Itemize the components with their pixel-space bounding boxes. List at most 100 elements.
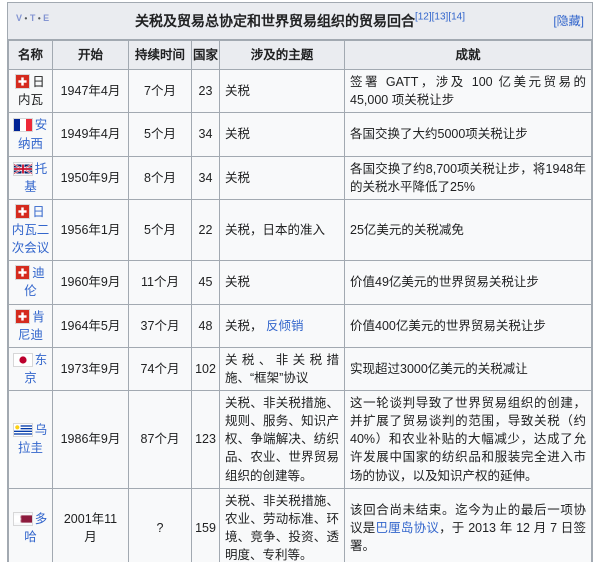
duration-cell: ? [129, 488, 192, 562]
round-name-cell: 安纳西 [9, 113, 53, 156]
round-name-cell: 迪伦 [9, 261, 53, 304]
achievements-text: 签署 GATT，涉及 100 亿美元贸易的 45,000 项关税让步 [350, 75, 586, 107]
countries-cell: 45 [192, 261, 220, 304]
duration-cell: 11个月 [129, 261, 192, 304]
column-header: 名称 [9, 41, 53, 70]
table-body: 日内瓦1947年4月7个月23关税签署 GATT，涉及 100 亿美元贸易的 4… [9, 70, 592, 562]
achievements-text: 25亿美元的关税减免 [350, 223, 464, 237]
vte-links: V•T•E [15, 13, 51, 23]
subjects-cell: 关税 [220, 156, 345, 199]
subjects-text: 关税 [225, 275, 250, 289]
reference-link[interactable]: [13] [432, 12, 449, 23]
titlebar: V•T•E 关税及贸易总协定和世界贸易组织的贸易回合[12][13][14] [… [8, 3, 592, 40]
uruguay-flag-icon [14, 424, 32, 436]
achievements-link[interactable]: 巴厘岛协议 [375, 521, 439, 535]
achievements-text: 价值400亿美元的世界贸易关税让步 [350, 319, 546, 333]
vte-separator: • [38, 14, 41, 23]
table-row: 东京1973年9月74个月102关税、非关税措施、“框架”协议实现超过3000亿… [9, 347, 592, 390]
achievements-text: 各国交换了约8,700项关税让步，将1948年的关税水平降低了25% [350, 162, 586, 194]
reference-links: [12][13][14] [415, 12, 465, 23]
start-cell: 1950年9月 [53, 156, 129, 199]
table-row: 托基1950年9月8个月34 关税 各国交换了约8,700项关税让步，将1948年的… [9, 156, 592, 199]
countries-cell: 48 [192, 304, 220, 347]
duration-cell: 74个月 [129, 347, 192, 390]
subjects-cell: 关税 [220, 70, 345, 113]
duration-cell: 87个月 [129, 391, 192, 489]
subjects-cell: 关税、非关税措施、农业、劳动标准、环境、竞争、投资、透明度、专利等。 [220, 488, 345, 562]
switzerland-flag-icon [16, 310, 29, 323]
achievements-cell: 这一轮谈判导致了世界贸易组织的创建，并扩展了贸易谈判的范围，导致关税（约40%）… [345, 391, 592, 489]
countries-cell: 159 [192, 488, 220, 562]
countries-cell: 34 [192, 156, 220, 199]
header-row: 名称开始持续时间国家涉及的主题成就 [9, 41, 592, 70]
duration-cell: 8个月 [129, 156, 192, 199]
trade-rounds-table: 名称开始持续时间国家涉及的主题成就 日内瓦1947年4月7个月23关税签署 GA… [8, 40, 592, 562]
round-name-cell: 乌拉圭 [9, 391, 53, 489]
subjects-text: 关税 [225, 127, 250, 141]
achievements-cell: 各国交换了大约5000项关税让步 [345, 113, 592, 156]
table-row: 肯尼迪1964年5月37个月48关税， 反倾销价值400亿美元的世界贸易关税让步 [9, 304, 592, 347]
start-cell: 1949年4月 [53, 113, 129, 156]
page: V•T•E 关税及贸易总协定和世界贸易组织的贸易回合[12][13][14] [… [0, 0, 600, 562]
trade-rounds-navbox: V•T•E 关税及贸易总协定和世界贸易组织的贸易回合[12][13][14] [… [7, 2, 593, 562]
table-row: 乌拉圭1986年9月87个月123关税、非关税措施、规则、服务、知识产权、争端解… [9, 391, 592, 489]
subjects-cell: 关税， 反倾销 [220, 304, 345, 347]
france-flag-icon [14, 119, 32, 131]
reference-link[interactable]: [12] [415, 12, 432, 23]
achievements-text: 这一轮谈判导致了世界贸易组织的创建，并扩展了贸易谈判的范围，导致关税（约40%）… [350, 396, 586, 483]
start-cell: 1960年9月 [53, 261, 129, 304]
vte-link-v[interactable]: V [16, 13, 23, 23]
round-name-cell: 日内瓦二次会议 [9, 199, 53, 260]
round-name-cell: 东京 [9, 347, 53, 390]
countries-cell: 34 [192, 113, 220, 156]
table-row: 多哈2001年11月?159关税、非关税措施、农业、劳动标准、环境、竞争、投资、… [9, 488, 592, 562]
table-row: 日内瓦1947年4月7个月23关税签署 GATT，涉及 100 亿美元贸易的 4… [9, 70, 592, 113]
table-row: 日内瓦二次会议1956年1月5个月22 关税，日本的准入 25亿美元的关税减免 [9, 199, 592, 260]
countries-cell: 102 [192, 347, 220, 390]
vte-link-t[interactable]: T [30, 13, 36, 23]
subjects-text: 关税 [225, 171, 250, 185]
start-cell: 1947年4月 [53, 70, 129, 113]
switzerland-flag-icon [16, 75, 29, 88]
subjects-text: 关税、非关税措施、“框架”协议 [225, 353, 339, 385]
column-header: 国家 [192, 41, 220, 70]
subjects-cell: 关税 [220, 113, 345, 156]
subjects-cell: 关税、非关税措施、“框架”协议 [220, 347, 345, 390]
round-name-cell: 托基 [9, 156, 53, 199]
start-cell: 1956年1月 [53, 199, 129, 260]
subjects-text: 关税、非关税措施、规则、服务、知识产权、争端解决、纺织品、农业、世界贸易组织的创… [225, 396, 339, 483]
subjects-text: 关税， [225, 319, 266, 333]
column-header: 涉及的主题 [220, 41, 345, 70]
duration-cell: 7个月 [129, 70, 192, 113]
countries-cell: 22 [192, 199, 220, 260]
table-row: 迪伦1960年9月11个月45 关税 价值49亿美元的世界贸易关税让步 [9, 261, 592, 304]
achievements-text: 各国交换了大约5000项关税让步 [350, 127, 528, 141]
subjects-link[interactable]: 反倾销 [266, 319, 304, 333]
table-row: 安纳西1949年4月5个月34 关税 各国交换了大约5000项关税让步 [9, 113, 592, 156]
duration-cell: 5个月 [129, 199, 192, 260]
vte-link-e[interactable]: E [43, 13, 50, 23]
column-header: 持续时间 [129, 41, 192, 70]
subjects-text: 关税 [225, 84, 250, 98]
column-header: 成就 [345, 41, 592, 70]
countries-cell: 23 [192, 70, 220, 113]
achievements-cell: 价值400亿美元的世界贸易关税让步 [345, 304, 592, 347]
achievements-cell: 实现超过3000亿美元的关税减让 [345, 347, 592, 390]
reference-link[interactable]: [14] [448, 12, 465, 23]
achievements-cell: 该回合尚未结束。迄今为止的最后一项协议是巴厘岛协议，于 2013 年 12 月 … [345, 488, 592, 562]
subjects-cell: 关税 [220, 261, 345, 304]
column-header: 开始 [53, 41, 129, 70]
achievements-cell: 签署 GATT，涉及 100 亿美元贸易的 45,000 项关税让步 [345, 70, 592, 113]
hide-link[interactable]: [隐藏] [553, 12, 584, 29]
navbox-title: 关税及贸易总协定和世界贸易组织的贸易回合 [135, 13, 415, 29]
start-cell: 1973年9月 [53, 347, 129, 390]
achievements-cell: 25亿美元的关税减免 [345, 199, 592, 260]
subjects-text: 关税，日本的准入 [225, 223, 325, 237]
switzerland-flag-icon [16, 205, 29, 218]
achievements-cell: 各国交换了约8,700项关税让步，将1948年的关税水平降低了25% [345, 156, 592, 199]
round-name-cell: 肯尼迪 [9, 304, 53, 347]
subjects-cell: 关税、非关税措施、规则、服务、知识产权、争端解决、纺织品、农业、世界贸易组织的创… [220, 391, 345, 489]
duration-cell: 5个月 [129, 113, 192, 156]
achievements-text: 实现超过3000亿美元的关税减让 [350, 362, 528, 376]
achievements-cell: 价值49亿美元的世界贸易关税让步 [345, 261, 592, 304]
